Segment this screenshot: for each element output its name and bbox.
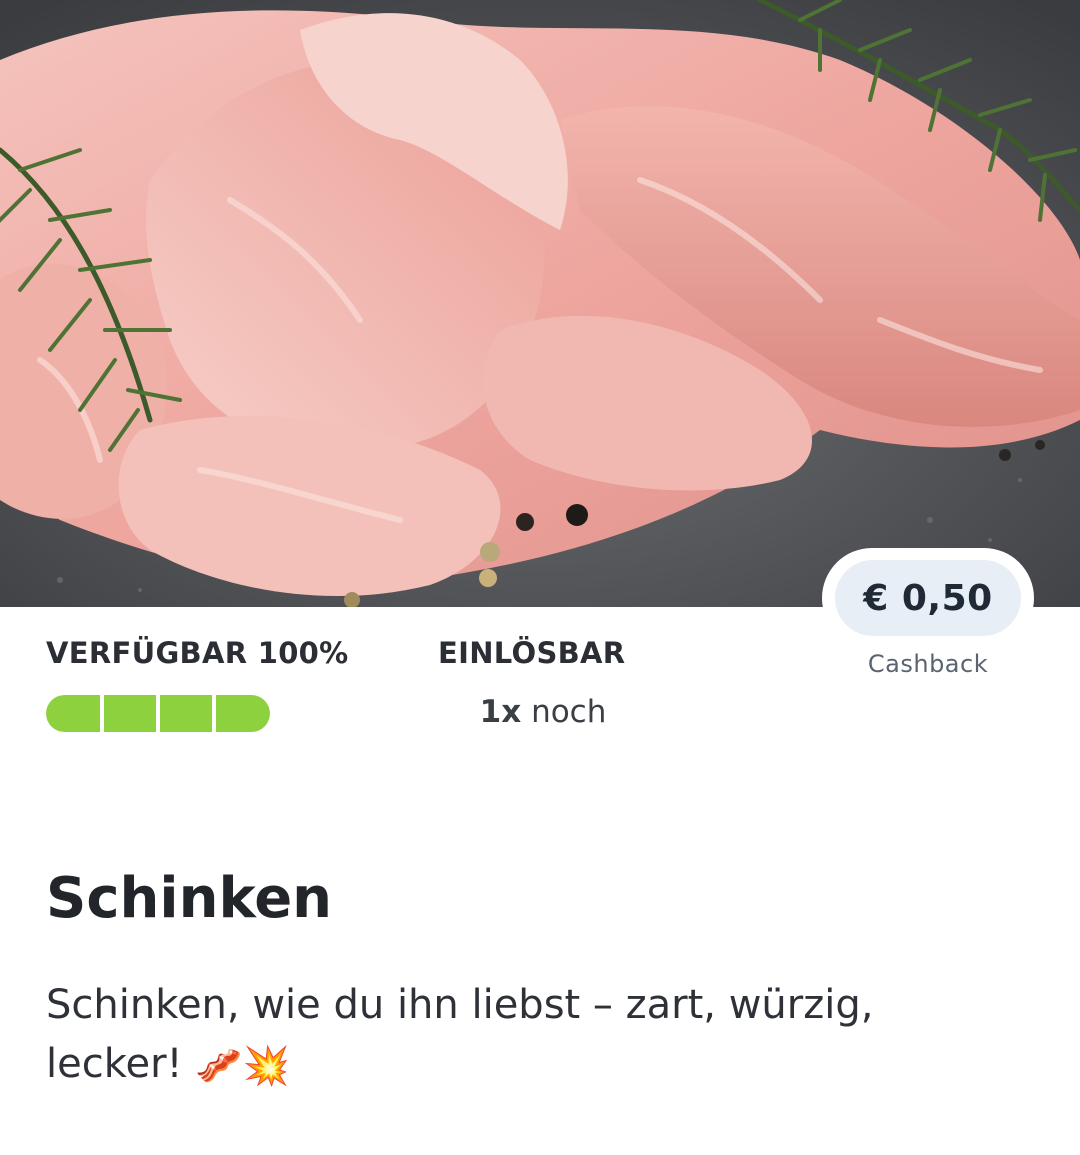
cashback-badge: € 0,50 — [822, 548, 1034, 648]
redeemable-heading: EINLÖSBAR — [438, 636, 626, 670]
product-title: Schinken — [46, 866, 333, 931]
redeemable-count-value: 1x — [479, 694, 522, 730]
cashback-amount: € 0,50 — [835, 560, 1021, 636]
product-description: Schinken, wie du ihn liebst – zart, würz… — [46, 976, 1006, 1096]
cashback-label: Cashback — [867, 650, 989, 678]
progress-segment-divider — [156, 695, 160, 732]
progress-segment-divider — [100, 695, 104, 732]
progress-segment-divider — [212, 695, 216, 732]
bacon-explosion-emoji: 🥓💥 — [195, 1043, 290, 1088]
availability-progress-bar — [46, 695, 270, 732]
redeemable-count: 1x noch — [438, 694, 648, 730]
product-image — [0, 0, 1080, 607]
product-description-text: Schinken, wie du ihn liebst – zart, würz… — [46, 982, 874, 1087]
availability-heading: VERFÜGBAR 100% — [46, 636, 349, 670]
redeemable-count-suffix: noch — [531, 694, 607, 730]
ham-photo — [0, 0, 1080, 607]
